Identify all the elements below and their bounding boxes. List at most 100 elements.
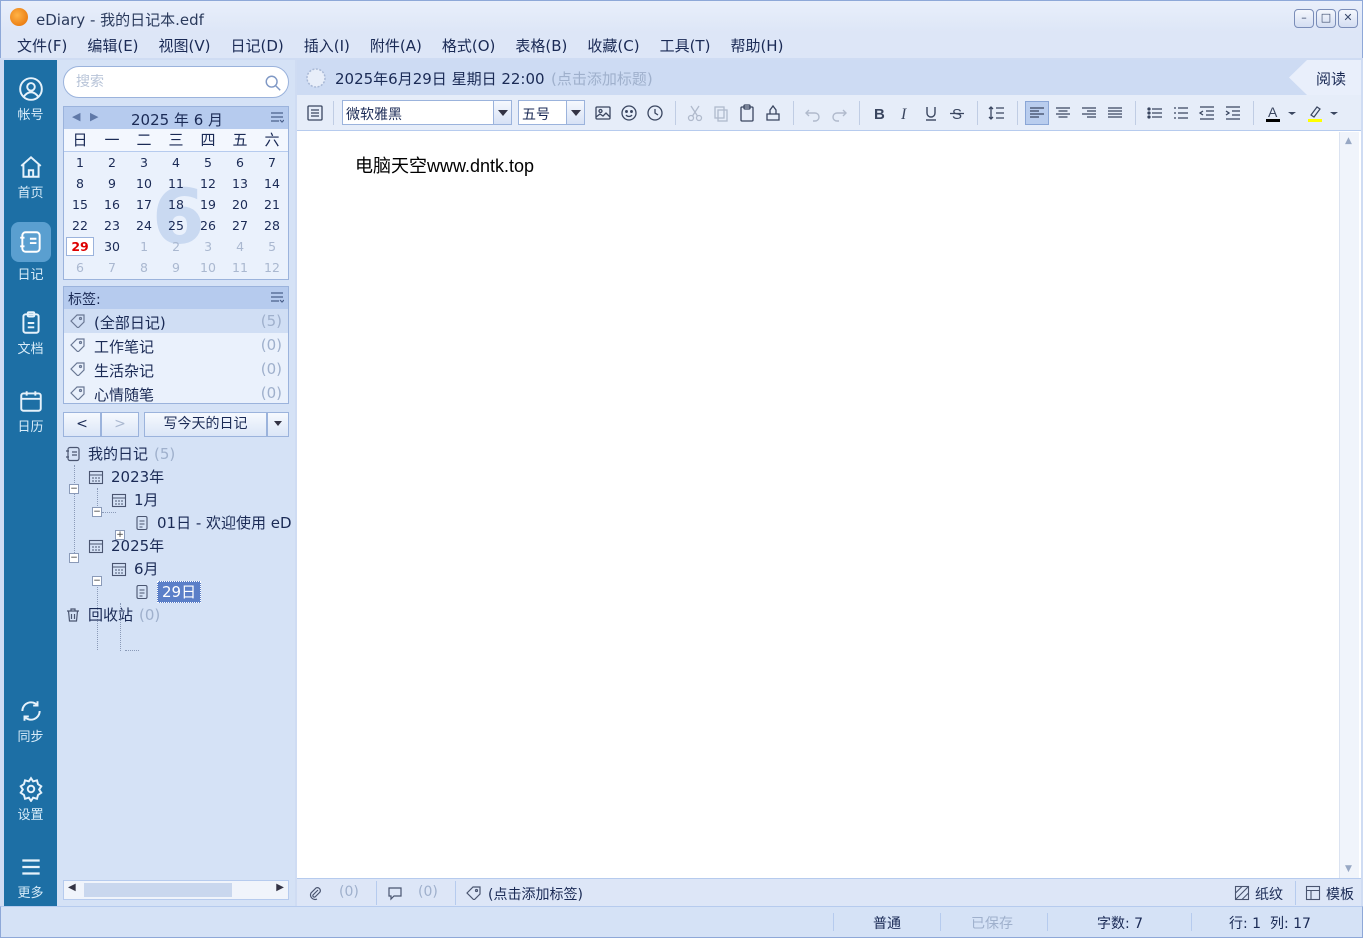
nav-home[interactable]: 首页 [4,144,57,208]
calendar-day[interactable]: 1 [128,236,160,257]
redo-button[interactable] [827,101,851,125]
calendar-day[interactable]: 6 [64,257,96,278]
calendar-day[interactable]: 29 [66,237,95,256]
weather-icon[interactable] [305,67,327,89]
calendar-day[interactable]: 9 [96,173,128,194]
menu-diary[interactable]: 日记(D) [221,35,294,56]
read-mode-tab[interactable]: 阅读 [1289,60,1361,95]
paper-texture-icon[interactable] [1234,885,1250,901]
nav-sync[interactable]: 同步 [4,688,57,752]
calendar-day[interactable]: 11 [224,257,256,278]
align-right-button[interactable] [1077,101,1101,125]
numbered-list-button[interactable] [1169,101,1193,125]
menu-tools[interactable]: 工具(T) [650,35,721,56]
tree-month-2023-01[interactable]: 1月 [111,489,159,511]
expand-2025-06-toggle[interactable]: − [92,576,102,586]
menu-file[interactable]: 文件(F) [7,35,77,56]
write-today-button[interactable]: 写今天的日记 [144,412,267,437]
menu-favorites[interactable]: 收藏(C) [577,35,649,56]
tree-root[interactable]: 我的日记 (5) [65,443,175,465]
align-center-button[interactable] [1051,101,1075,125]
calendar-day[interactable]: 21 [256,194,288,215]
tree-year-2023[interactable]: 2023年 [88,466,164,488]
scroll-down-icon[interactable]: ▼ [1345,864,1352,874]
calendar-day[interactable]: 22 [64,215,96,236]
minimize-button[interactable]: – [1294,9,1314,28]
sidebar-horizontal-scrollbar[interactable]: ◀ ▶ [63,880,289,900]
calendar-day[interactable]: 11 [160,173,192,194]
expand-2023-01-toggle[interactable]: − [92,507,102,517]
outdent-button[interactable] [1195,101,1219,125]
entry-body-text[interactable]: 电脑天空www.dntk.top [355,152,534,178]
chevron-down-icon[interactable] [566,101,584,124]
template-icon[interactable] [1305,885,1321,901]
calendar-day[interactable]: 2 [160,236,192,257]
write-today-dropdown[interactable] [267,412,289,437]
calendar-day[interactable]: 12 [256,257,288,278]
calendar-day[interactable]: 17 [128,194,160,215]
calendar-day[interactable]: 18 [160,194,192,215]
calendar-day[interactable]: 1 [64,152,96,173]
tree-year-2025[interactable]: 2025年 [88,535,164,557]
tree-entry-2025-06-29[interactable]: 29日 [134,581,202,603]
nav-account[interactable]: 帐号 [4,66,57,130]
font-family-select[interactable]: 微软雅黑 [342,100,512,125]
undo-button[interactable] [801,101,825,125]
tree-month-2025-06[interactable]: 6月 [111,558,159,580]
paperclip-icon[interactable] [307,885,323,901]
menu-edit[interactable]: 编辑(E) [77,35,148,56]
calendar-menu-icon[interactable] [270,111,284,123]
calendar-day[interactable]: 26 [192,215,224,236]
scroll-right-icon[interactable]: ▶ [276,882,284,893]
tree-entry-2023-01-01[interactable]: 01日 - 欢迎使用 eD [134,512,292,534]
calendar-day[interactable]: 7 [96,257,128,278]
tag-item[interactable]: 生活杂记 (0) [64,357,288,381]
insert-emoji-button[interactable] [617,101,641,125]
tree-trash[interactable]: 回收站 (0) [65,604,160,626]
nav-settings[interactable]: 设置 [4,766,57,830]
calendar-day[interactable]: 3 [128,152,160,173]
calendar-day[interactable]: 12 [192,173,224,194]
insert-image-button[interactable] [591,101,615,125]
bullet-list-button[interactable] [1143,101,1167,125]
justify-button[interactable] [1103,101,1127,125]
highlight-color-dropdown[interactable] [1327,101,1341,125]
calendar-day[interactable]: 25 [160,215,192,236]
calendar-day[interactable]: 13 [224,173,256,194]
calendar-day[interactable]: 15 [64,194,96,215]
expand-2023-toggle[interactable]: − [69,484,79,494]
line-spacing-button[interactable] [985,101,1009,125]
chevron-down-icon[interactable] [493,101,511,124]
calendar-day[interactable]: 7 [256,152,288,173]
calendar-day[interactable]: 23 [96,215,128,236]
calendar-day[interactable]: 10 [192,257,224,278]
tag-item[interactable]: (全部日记) (5) [64,309,288,333]
nav-documents[interactable]: 文档 [4,300,57,364]
nav-diary[interactable]: 日记 [4,222,57,286]
copy-button[interactable] [709,101,733,125]
tag-item[interactable]: 工作笔记 (0) [64,333,288,357]
search-input[interactable] [76,74,256,90]
cut-button[interactable] [683,101,707,125]
calendar-day[interactable]: 30 [96,236,128,257]
bold-button[interactable]: B [867,101,891,125]
scroll-thumb[interactable] [84,883,232,897]
next-diary-button[interactable]: > [101,412,139,437]
paste-button[interactable] [735,101,759,125]
calendar-day[interactable]: 6 [224,152,256,173]
entry-date[interactable]: 2025年6月29日 星期日 22:00 [335,68,545,89]
insert-time-button[interactable] [643,101,667,125]
calendar-day[interactable]: 27 [224,215,256,236]
outline-button[interactable] [303,101,327,125]
calendar-day[interactable]: 20 [224,194,256,215]
expand-2025-toggle[interactable]: − [69,553,79,563]
highlight-color-button[interactable] [1303,101,1327,125]
calendar-day[interactable]: 5 [192,152,224,173]
paper-texture-button[interactable]: 纸纹 [1255,884,1283,904]
calendar-day[interactable]: 24 [128,215,160,236]
tag-item[interactable]: 心情随笔 (0) [64,381,288,405]
italic-button[interactable]: I [893,101,917,125]
nav-more[interactable]: 更多 [4,844,57,908]
template-button[interactable]: 模板 [1326,884,1354,904]
add-tag-placeholder[interactable]: (点击添加标签) [488,884,583,904]
